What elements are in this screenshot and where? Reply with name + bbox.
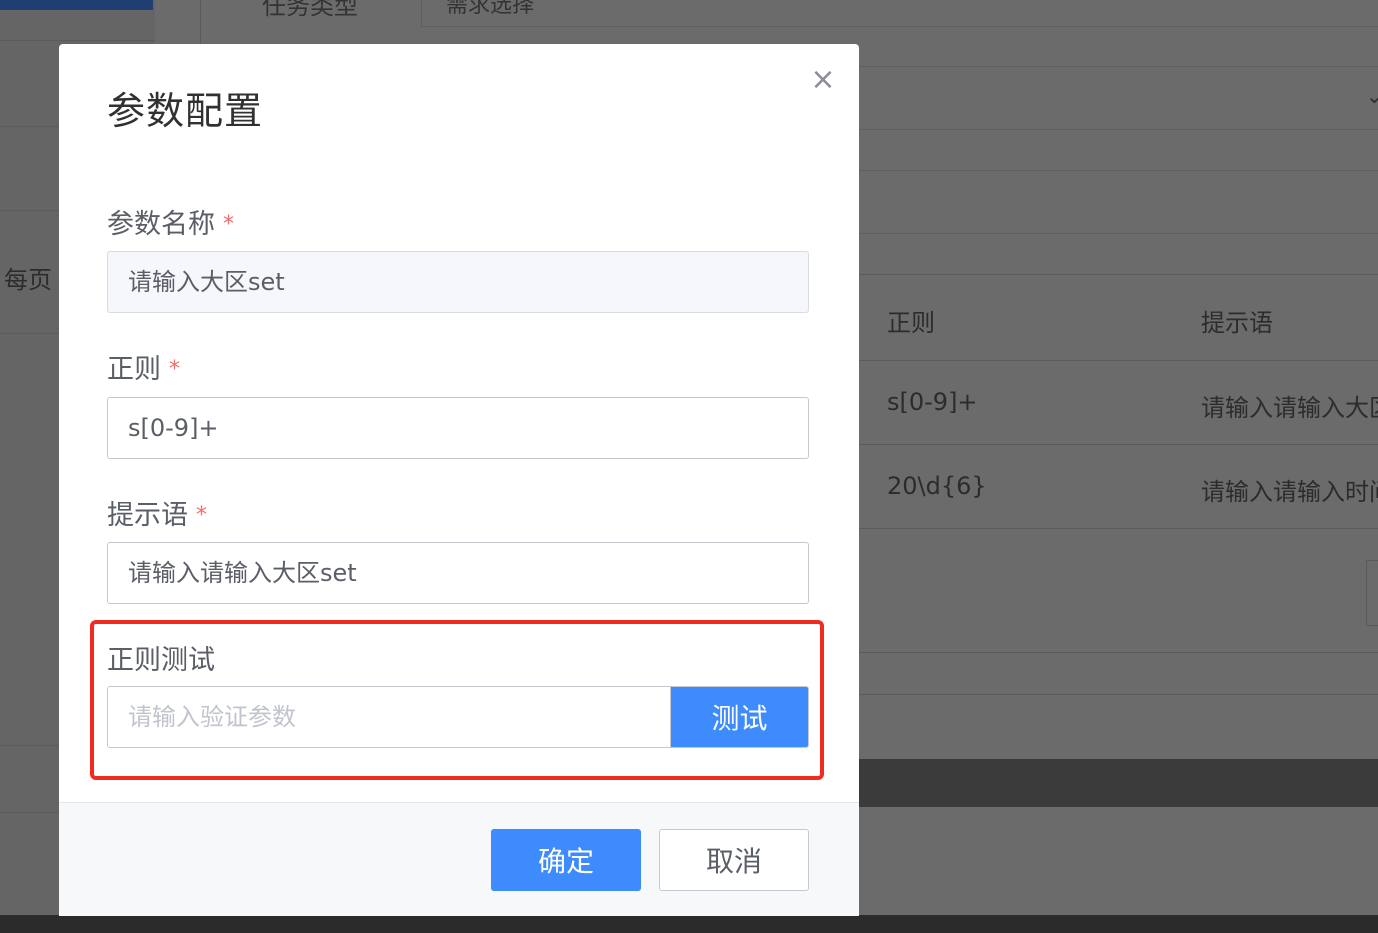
task-type-label: 任务类型 [262,0,358,20]
sidebar-active-item[interactable] [0,0,153,10]
bg-input[interactable] [858,170,1378,234]
regex-test-label: 正则测试 [107,645,215,676]
param-name-field[interactable]: 请输入大区set [107,251,809,313]
param-name-label-text: 参数名称 [107,209,215,240]
chevron-down-icon: ⌄ [1366,84,1378,108]
close-icon[interactable]: × [807,62,839,98]
table-cell-hint: 请输入请输入时间 [1201,478,1378,506]
required-mark: * [223,212,234,237]
per-page-label: 每页 [4,266,52,294]
table-cell-regex: 20\d{6} [887,472,987,500]
hint-label-text: 提示语 [107,500,188,531]
pagination-box[interactable] [1366,560,1378,626]
table-cell-regex: s[0-9]+ [887,388,978,416]
task-type-select[interactable]: 需求选择 [421,0,1378,27]
task-type-value: 需求选择 [446,0,535,18]
dialog-footer: 确定 取消 [59,802,859,916]
param-config-dialog: 参数配置 × 参数名称 * 请输入大区set 正则 * s[0-9]+ 提示语 * 请… [59,44,859,916]
regex-test-input[interactable] [108,687,670,747]
table-cell-hint: 请输入请输入大区 [1201,394,1378,422]
taskbar [0,915,1378,933]
regex-label-text: 正则 [107,354,161,385]
dialog-title: 参数配置 [107,89,264,133]
param-name-label: 参数名称 * [107,202,234,241]
regex-label: 正则 * [107,347,180,386]
hint-label: 提示语 * [107,493,207,532]
regex-field[interactable]: s[0-9]+ [107,397,809,459]
regex-test-group: 测试 [107,686,809,748]
table-header-regex: 正则 [887,309,935,337]
confirm-button[interactable]: 确定 [491,829,641,891]
table-header-hint: 提示语 [1201,309,1273,337]
required-mark: * [169,357,180,382]
hint-field[interactable]: 请输入请输入大区set [107,542,809,604]
required-mark: * [196,503,207,528]
bg-dark-bar [858,759,1378,807]
cancel-button[interactable]: 取消 [659,829,809,891]
test-button[interactable]: 测试 [670,687,808,747]
bg-select[interactable] [858,66,1378,130]
